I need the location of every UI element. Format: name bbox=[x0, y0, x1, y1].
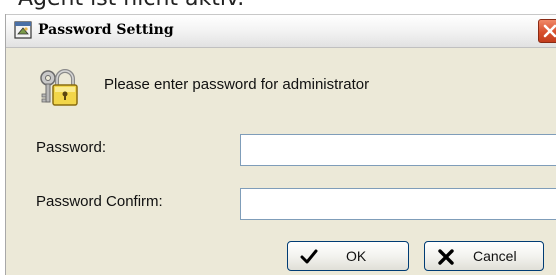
password-confirm-label: Password Confirm: bbox=[36, 193, 163, 210]
title-bar[interactable]: Password Setting bbox=[6, 14, 556, 48]
header-message: Please enter password for administrator bbox=[104, 76, 370, 93]
background-status-text: Agent ist nicht aktiv. bbox=[18, 0, 244, 11]
close-button[interactable] bbox=[538, 19, 556, 43]
password-setting-dialog: Password Setting Please enter password f… bbox=[5, 14, 556, 275]
window-title: Password Setting bbox=[38, 22, 174, 38]
cancel-button[interactable]: Cancel bbox=[424, 241, 544, 271]
close-icon bbox=[543, 24, 556, 38]
password-label: Password: bbox=[36, 139, 107, 156]
ok-label: OK bbox=[346, 248, 367, 264]
password-field[interactable] bbox=[240, 134, 556, 166]
checkmark-icon bbox=[300, 249, 318, 264]
ok-button[interactable]: OK bbox=[287, 241, 409, 271]
password-confirm-field[interactable] bbox=[240, 188, 556, 220]
dialog-icon bbox=[14, 21, 32, 39]
x-icon bbox=[438, 249, 454, 265]
padlock-keys-icon bbox=[40, 69, 78, 106]
cancel-label: Cancel bbox=[473, 248, 517, 264]
